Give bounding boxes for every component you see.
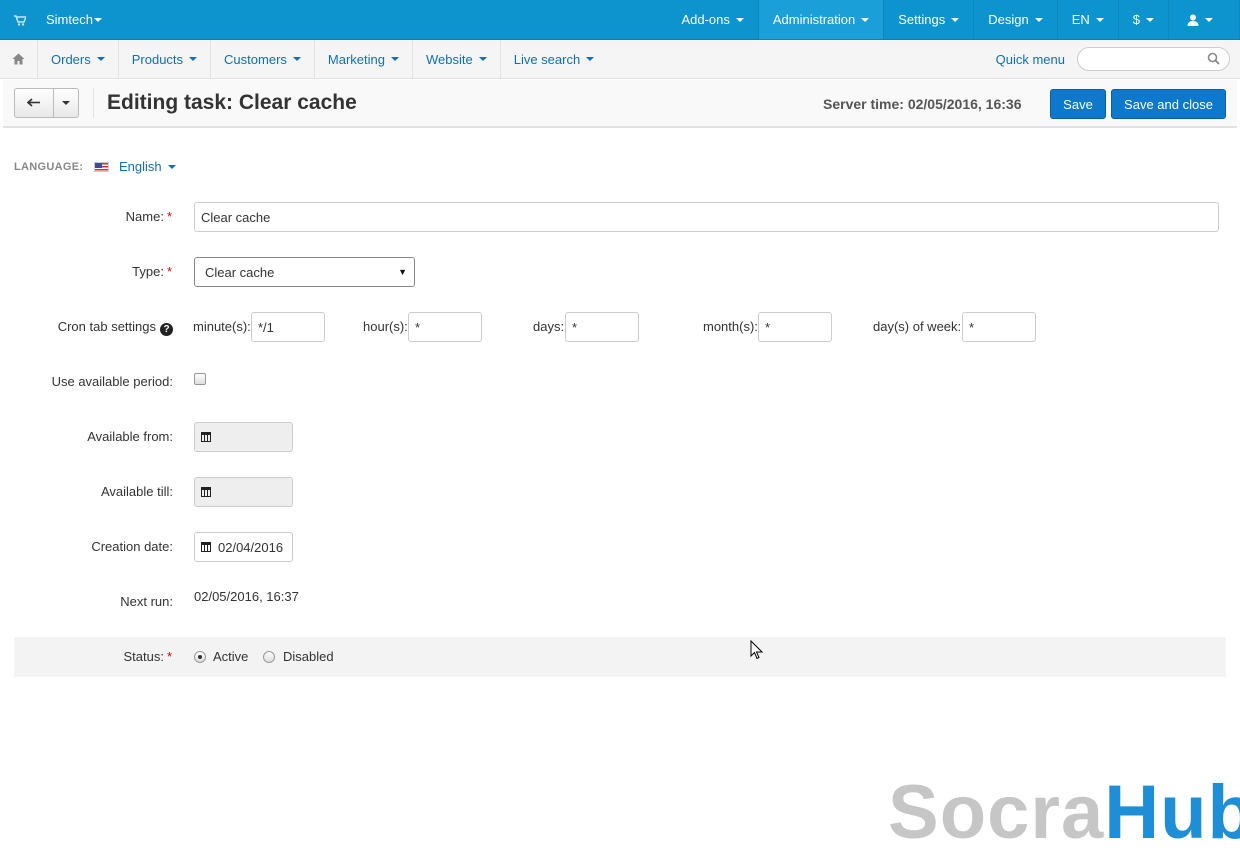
mouse-cursor-icon [750,639,764,663]
calendar-icon [201,432,211,442]
cron-days-label: days: [533,319,565,334]
us-flag-icon [94,161,109,172]
store-name[interactable]: Simtech [46,12,102,27]
back-arrow-icon [27,98,40,107]
chevron-down-icon [390,57,399,61]
cron-days-input[interactable]: * [565,312,639,342]
nav-products[interactable]: Products [119,40,212,78]
status-disabled-label[interactable]: Disabled [283,649,334,664]
next-run-value: 02/05/2016, 16:37 [194,589,299,604]
global-search [1077,47,1230,71]
language-label: LANGUAGE: [14,161,84,173]
name-label: Name: * [125,209,172,224]
available-till-field[interactable] [194,477,293,507]
chevron-down-icon [735,17,744,22]
chevron-down-icon [292,57,301,61]
calendar-icon [201,542,211,552]
cron-month-input[interactable]: * [758,312,832,342]
chevron-down-icon [1205,17,1213,22]
language-selector[interactable]: English [94,159,176,174]
language-value: English [119,159,162,174]
cron-hour-label: hour(s): [363,319,408,334]
available-from-label: Available from: [87,429,173,444]
menu-administration[interactable]: Administration [757,0,884,39]
cron-month-label: month(s): [703,319,758,334]
top-bar: Simtech Add-ons Administration Settings … [0,0,1240,40]
menu-settings[interactable]: Settings [883,0,973,39]
creation-date-label: Creation date: [91,539,173,554]
back-button-group [14,88,79,118]
nav-customers[interactable]: Customers [211,40,315,78]
cron-hour-input[interactable]: * [408,312,482,342]
page-title: Editing task: Clear cache [107,91,357,114]
chevron-down-icon [1146,17,1154,22]
chevron-down-icon [861,17,870,22]
chevron-down-icon [62,101,70,105]
chevron-down-icon [586,57,595,61]
status-active-radio[interactable] [194,651,206,663]
help-icon[interactable]: ? [160,323,173,336]
back-dropdown-button[interactable] [54,88,79,118]
calendar-icon [201,487,211,497]
type-select[interactable]: Clear cache ▼ [194,257,415,287]
chevron-down-icon [1034,17,1043,22]
available-till-label: Available till: [100,484,173,499]
use-period-checkbox[interactable] [194,373,206,385]
menu-currency[interactable]: $ [1117,0,1168,39]
search-icon[interactable] [1207,52,1220,68]
user-icon [1187,14,1199,26]
chevron-down-icon [167,164,176,169]
cart-icon [14,14,26,26]
creation-date-field[interactable]: 02/04/2016 [194,532,293,562]
menu-addons[interactable]: Add-ons [667,0,757,39]
nav-marketing[interactable]: Marketing [315,40,413,78]
nav-live-search[interactable]: Live search [501,40,607,78]
save-and-close-button[interactable]: Save and close [1111,89,1226,119]
name-field[interactable]: Clear cache [194,202,1219,232]
status-label: Status: * [123,649,172,664]
search-input[interactable] [1086,48,1206,70]
chevron-down-icon [951,17,960,22]
cron-dow-label: day(s) of week: [873,319,962,334]
menu-language[interactable]: EN [1056,0,1118,39]
chevron-down-icon [189,57,198,61]
cron-label: Cron tab settings? [0,319,173,336]
menu-design[interactable]: Design [973,0,1056,39]
main-nav: Orders Products Customers Marketing Webs… [0,40,1240,79]
chevron-down-icon [1095,17,1104,22]
watermark-logo: SocraHub [888,770,1240,850]
back-button[interactable] [14,88,54,118]
cron-minute-input[interactable]: */1 [251,312,325,342]
home-icon [12,53,25,65]
chevron-down-icon [478,57,487,61]
home-button[interactable] [0,40,38,78]
status-disabled-radio[interactable] [263,651,275,663]
quick-menu-link[interactable]: Quick menu [996,40,1065,78]
server-time: Server time: 02/05/2016, 16:36 [823,96,1022,112]
select-arrow-icon: ▼ [398,267,407,277]
divider [93,88,94,118]
cron-minute-label: minute(s): [193,319,251,334]
save-button[interactable]: Save [1050,89,1106,119]
chevron-down-icon [93,17,102,22]
use-period-label: Use available period: [51,374,173,389]
status-active-label[interactable]: Active [213,649,248,664]
cron-dow-input[interactable]: * [962,312,1036,342]
next-run-label: Next run: [120,594,173,609]
available-from-field[interactable] [194,422,293,452]
type-label: Type: * [132,264,172,279]
menu-user[interactable] [1168,0,1240,39]
nav-orders[interactable]: Orders [38,40,119,78]
chevron-down-icon [96,57,105,61]
nav-website[interactable]: Website [413,40,501,78]
action-bar: Editing task: Clear cache Server time: 0… [3,80,1237,128]
store-switcher[interactable]: Simtech [0,0,120,39]
